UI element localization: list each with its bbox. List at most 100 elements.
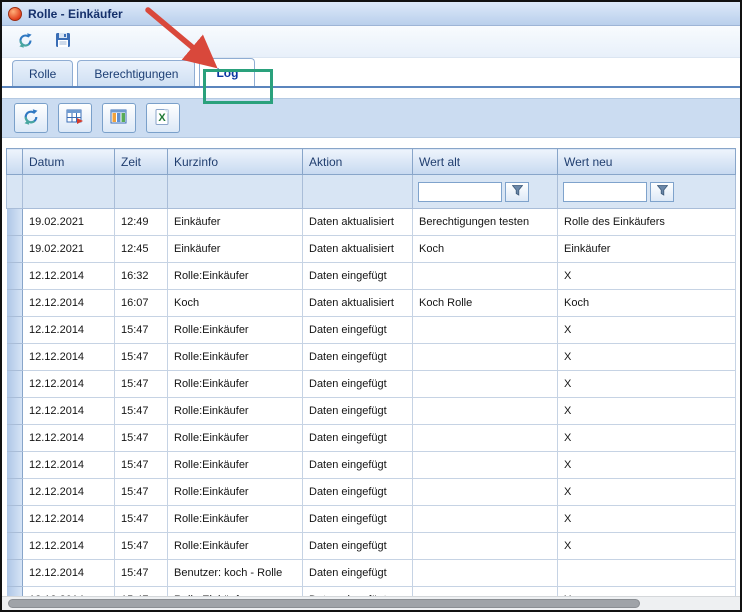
cell-wert-alt: [413, 344, 558, 371]
wert-neu-filter-button[interactable]: [650, 182, 674, 202]
cell-datum: 19.02.2021: [23, 209, 115, 236]
log-table-row[interactable]: 12.12.201416:07KochDaten aktualisiertKoc…: [7, 290, 736, 317]
cell-wert-alt: [413, 317, 558, 344]
cell-zeit: 15:47: [115, 479, 168, 506]
tab-berechtigungen[interactable]: Berechtigungen: [77, 60, 195, 86]
row-indicator[interactable]: [7, 587, 23, 597]
cell-kurzinfo: Einkäufer: [168, 209, 303, 236]
cell-zeit: 15:47: [115, 344, 168, 371]
cell-kurzinfo: Rolle:Einkäufer: [168, 533, 303, 560]
filter-row-indicator: [7, 175, 23, 209]
row-indicator[interactable]: [7, 290, 23, 317]
cell-wert-neu: X: [558, 317, 736, 344]
save-button[interactable]: [50, 30, 76, 54]
row-indicator[interactable]: [7, 533, 23, 560]
grid-refresh-button[interactable]: [14, 103, 48, 133]
row-indicator[interactable]: [7, 425, 23, 452]
log-table-row[interactable]: 12.12.201415:47Rolle:EinkäuferDaten eing…: [7, 587, 736, 597]
column-header-kurzinfo[interactable]: Kurzinfo: [168, 149, 303, 175]
log-table-row[interactable]: 12.12.201415:47Rolle:EinkäuferDaten eing…: [7, 425, 736, 452]
log-table-row[interactable]: 19.02.202112:49EinkäuferDaten aktualisie…: [7, 209, 736, 236]
excel-icon: X: [155, 109, 171, 128]
row-indicator[interactable]: [7, 344, 23, 371]
log-table-row[interactable]: 12.12.201415:47Rolle:EinkäuferDaten eing…: [7, 317, 736, 344]
row-indicator[interactable]: [7, 236, 23, 263]
cell-aktion: Daten eingefügt: [303, 533, 413, 560]
filter-row: [7, 175, 736, 209]
wert-alt-filter-input[interactable]: [418, 182, 502, 202]
cell-aktion: Daten eingefügt: [303, 560, 413, 587]
column-header-wert-alt[interactable]: Wert alt: [413, 149, 558, 175]
row-indicator[interactable]: [7, 506, 23, 533]
header-row: Datum Zeit Kurzinfo Aktion Wert alt Wert…: [7, 149, 736, 175]
log-table-row[interactable]: 12.12.201416:32Rolle:EinkäuferDaten eing…: [7, 263, 736, 290]
svg-text:X: X: [158, 112, 166, 124]
cell-wert-neu: X: [558, 479, 736, 506]
row-indicator[interactable]: [7, 560, 23, 587]
log-table-row[interactable]: 12.12.201415:47Benutzer: koch - RolleDat…: [7, 560, 736, 587]
excel-export-button[interactable]: X: [146, 103, 180, 133]
cell-kurzinfo: Rolle:Einkäufer: [168, 317, 303, 344]
app-window: Rolle - Einkäufer: [0, 0, 742, 612]
save-icon: [55, 32, 71, 51]
log-table-row[interactable]: 12.12.201415:47Rolle:EinkäuferDaten eing…: [7, 344, 736, 371]
horizontal-scrollbar[interactable]: [2, 596, 740, 610]
row-indicator[interactable]: [7, 317, 23, 344]
row-indicator[interactable]: [7, 371, 23, 398]
cell-datum: 12.12.2014: [23, 398, 115, 425]
cell-wert-alt: Berechtigungen testen: [413, 209, 558, 236]
cell-wert-alt: [413, 425, 558, 452]
cell-aktion: Daten eingefügt: [303, 344, 413, 371]
column-header-aktion[interactable]: Aktion: [303, 149, 413, 175]
cell-kurzinfo: Rolle:Einkäufer: [168, 344, 303, 371]
wert-alt-filter-button[interactable]: [505, 182, 529, 202]
cell-datum: 12.12.2014: [23, 344, 115, 371]
log-table-row[interactable]: 12.12.201415:47Rolle:EinkäuferDaten eing…: [7, 371, 736, 398]
cell-datum: 12.12.2014: [23, 506, 115, 533]
cell-wert-alt: Koch Rolle: [413, 290, 558, 317]
cell-aktion: Daten aktualisiert: [303, 236, 413, 263]
tab-log[interactable]: Log: [199, 58, 255, 86]
refresh-button[interactable]: [12, 30, 38, 54]
column-header-wert-neu[interactable]: Wert neu: [558, 149, 736, 175]
cell-wert-neu: X: [558, 398, 736, 425]
log-table-row[interactable]: 19.02.202112:45EinkäuferDaten aktualisie…: [7, 236, 736, 263]
column-settings-button[interactable]: [102, 103, 136, 133]
row-indicator[interactable]: [7, 479, 23, 506]
cell-kurzinfo: Benutzer: koch - Rolle: [168, 560, 303, 587]
scrollbar-thumb[interactable]: [8, 599, 640, 608]
filter-cell-wert-neu: [558, 175, 736, 209]
log-table-row[interactable]: 12.12.201415:47Rolle:EinkäuferDaten eing…: [7, 452, 736, 479]
cell-aktion: Daten eingefügt: [303, 425, 413, 452]
cell-wert-alt: Koch: [413, 236, 558, 263]
cell-aktion: Daten eingefügt: [303, 263, 413, 290]
wert-neu-filter-input[interactable]: [563, 182, 647, 202]
export-table-button[interactable]: [58, 103, 92, 133]
log-table-row[interactable]: 12.12.201415:47Rolle:EinkäuferDaten eing…: [7, 533, 736, 560]
log-table-row[interactable]: 12.12.201415:47Rolle:EinkäuferDaten eing…: [7, 506, 736, 533]
cell-wert-neu: X: [558, 425, 736, 452]
cell-kurzinfo: Rolle:Einkäufer: [168, 506, 303, 533]
log-table-row[interactable]: 12.12.201415:47Rolle:EinkäuferDaten eing…: [7, 479, 736, 506]
row-indicator[interactable]: [7, 209, 23, 236]
cell-wert-alt: [413, 560, 558, 587]
column-header-datum[interactable]: Datum: [23, 149, 115, 175]
row-indicator[interactable]: [7, 452, 23, 479]
cell-wert-alt: [413, 587, 558, 597]
cell-zeit: 15:47: [115, 587, 168, 597]
cell-wert-neu: Koch: [558, 290, 736, 317]
cell-datum: 12.12.2014: [23, 317, 115, 344]
tab-rolle[interactable]: Rolle: [12, 60, 73, 86]
row-indicator[interactable]: [7, 398, 23, 425]
cell-zeit: 12:45: [115, 236, 168, 263]
log-grid: Datum Zeit Kurzinfo Aktion Wert alt Wert…: [2, 148, 740, 596]
cell-datum: 12.12.2014: [23, 425, 115, 452]
log-table-row[interactable]: 12.12.201415:47Rolle:EinkäuferDaten eing…: [7, 398, 736, 425]
cell-wert-neu: X: [558, 263, 736, 290]
cell-wert-alt: [413, 398, 558, 425]
cell-wert-neu: X: [558, 506, 736, 533]
row-indicator[interactable]: [7, 263, 23, 290]
cell-zeit: 15:47: [115, 452, 168, 479]
column-header-zeit[interactable]: Zeit: [115, 149, 168, 175]
cell-zeit: 16:07: [115, 290, 168, 317]
